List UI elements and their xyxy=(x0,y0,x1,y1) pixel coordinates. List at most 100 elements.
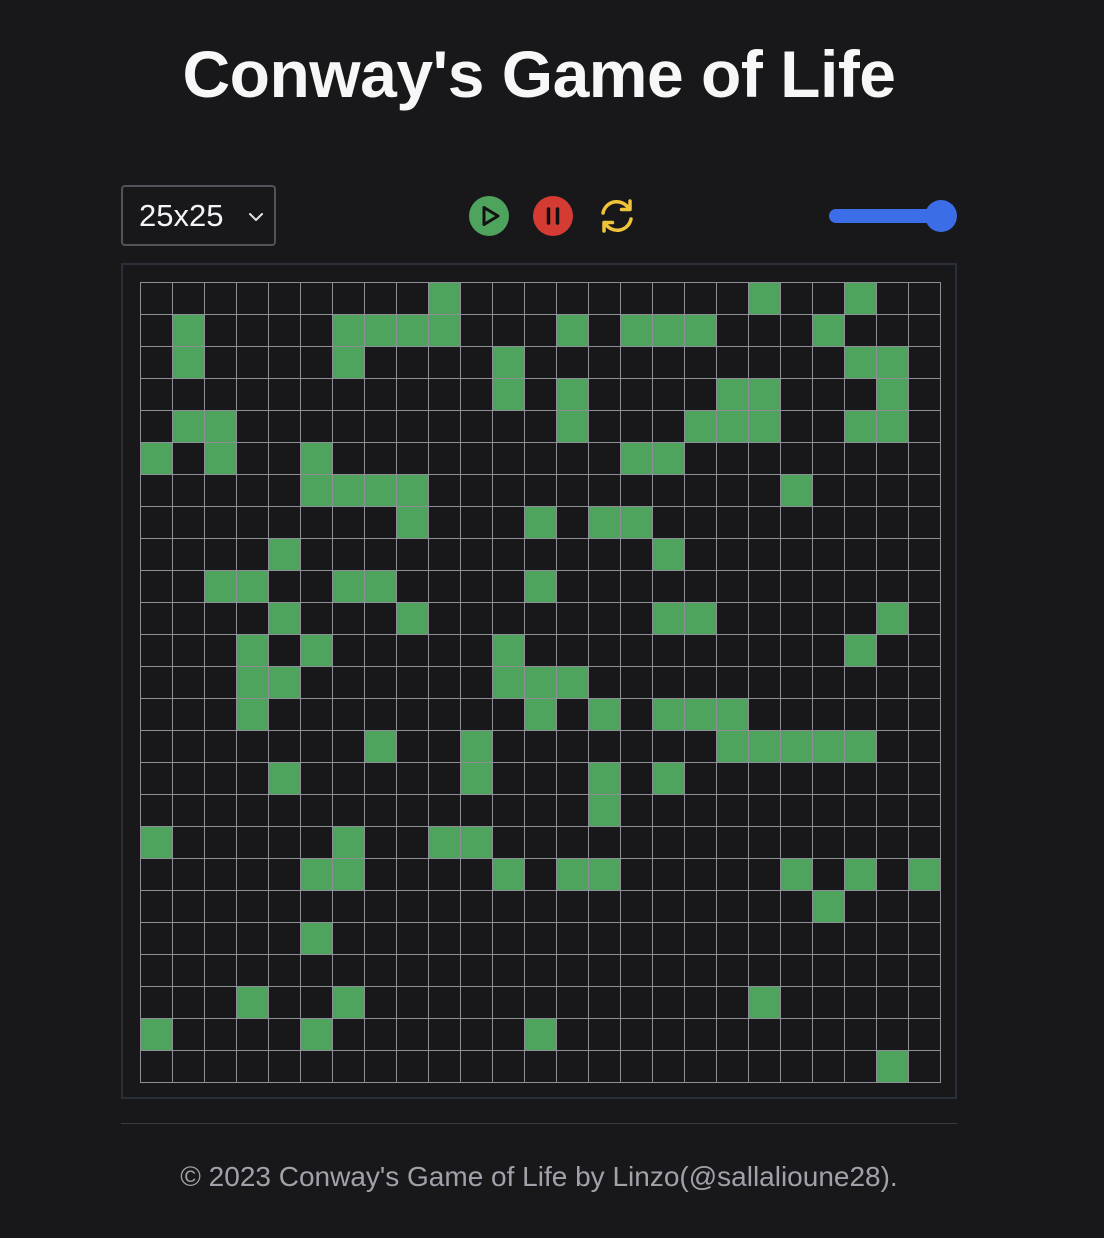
grid-cell[interactable] xyxy=(780,282,812,314)
grid-cell[interactable] xyxy=(844,986,876,1018)
grid-cell-alive[interactable] xyxy=(812,314,844,346)
grid-cell-alive[interactable] xyxy=(844,858,876,890)
grid-cell[interactable] xyxy=(588,410,620,442)
grid-cell[interactable] xyxy=(556,890,588,922)
grid-cell-alive[interactable] xyxy=(588,698,620,730)
grid-cell[interactable] xyxy=(620,282,652,314)
grid-cell[interactable] xyxy=(492,762,524,794)
grid-cell[interactable] xyxy=(364,346,396,378)
grid-cell[interactable] xyxy=(716,346,748,378)
grid-cell-alive[interactable] xyxy=(748,410,780,442)
grid-cell[interactable] xyxy=(268,698,300,730)
grid-cell[interactable] xyxy=(172,986,204,1018)
grid-cell[interactable] xyxy=(236,282,268,314)
grid-cell[interactable] xyxy=(140,634,172,666)
grid-cell[interactable] xyxy=(364,890,396,922)
grid-cell[interactable] xyxy=(844,314,876,346)
grid-cell[interactable] xyxy=(844,538,876,570)
grid-cell[interactable] xyxy=(204,1018,236,1050)
grid-cell[interactable] xyxy=(460,922,492,954)
grid-cell[interactable] xyxy=(332,1050,364,1082)
grid-cell[interactable] xyxy=(492,698,524,730)
grid-cell[interactable] xyxy=(268,378,300,410)
grid-cell[interactable] xyxy=(236,730,268,762)
grid-cell[interactable] xyxy=(300,826,332,858)
grid-cell[interactable] xyxy=(780,922,812,954)
grid-cell[interactable] xyxy=(748,538,780,570)
grid-cell[interactable] xyxy=(780,1050,812,1082)
grid-cell-alive[interactable] xyxy=(748,378,780,410)
grid-cell-alive[interactable] xyxy=(620,506,652,538)
grid-cell-alive[interactable] xyxy=(332,314,364,346)
grid-cell[interactable] xyxy=(652,570,684,602)
grid-cell-alive[interactable] xyxy=(364,730,396,762)
grid-cell[interactable] xyxy=(716,442,748,474)
grid-cell[interactable] xyxy=(556,538,588,570)
grid-cell[interactable] xyxy=(428,890,460,922)
grid-cell[interactable] xyxy=(812,602,844,634)
grid-cell[interactable] xyxy=(300,282,332,314)
grid-cell[interactable] xyxy=(140,410,172,442)
grid-cell[interactable] xyxy=(172,826,204,858)
grid-cell[interactable] xyxy=(396,1018,428,1050)
grid-cell[interactable] xyxy=(588,826,620,858)
grid-cell[interactable] xyxy=(172,506,204,538)
grid-cell-alive[interactable] xyxy=(780,858,812,890)
grid-cell[interactable] xyxy=(332,538,364,570)
grid-cell-alive[interactable] xyxy=(844,634,876,666)
grid-cell[interactable] xyxy=(300,538,332,570)
grid-cell[interactable] xyxy=(780,378,812,410)
grid-cell[interactable] xyxy=(844,922,876,954)
grid-cell[interactable] xyxy=(780,442,812,474)
grid-cell-alive[interactable] xyxy=(204,410,236,442)
grid-cell-alive[interactable] xyxy=(716,410,748,442)
speed-slider[interactable] xyxy=(829,199,957,233)
grid-cell[interactable] xyxy=(364,954,396,986)
grid-cell[interactable] xyxy=(300,506,332,538)
grid-cell[interactable] xyxy=(268,858,300,890)
grid-cell[interactable] xyxy=(652,858,684,890)
grid-cell[interactable] xyxy=(748,890,780,922)
grid-cell[interactable] xyxy=(876,826,908,858)
grid-cell[interactable] xyxy=(396,346,428,378)
grid-cell[interactable] xyxy=(396,538,428,570)
grid-cell[interactable] xyxy=(268,346,300,378)
grid-cell[interactable] xyxy=(524,346,556,378)
grid-cell[interactable] xyxy=(364,634,396,666)
grid-cell[interactable] xyxy=(236,858,268,890)
grid-cell-alive[interactable] xyxy=(268,602,300,634)
grid-cell[interactable] xyxy=(428,570,460,602)
grid-cell[interactable] xyxy=(172,794,204,826)
grid-cell[interactable] xyxy=(684,954,716,986)
grid-cell-alive[interactable] xyxy=(172,314,204,346)
grid-cell-alive[interactable] xyxy=(524,506,556,538)
grid-cell[interactable] xyxy=(876,762,908,794)
grid-cell[interactable] xyxy=(652,410,684,442)
grid-cell[interactable] xyxy=(748,698,780,730)
grid-cell[interactable] xyxy=(780,602,812,634)
grid-cell[interactable] xyxy=(140,538,172,570)
grid-cell[interactable] xyxy=(204,602,236,634)
grid-cell[interactable] xyxy=(396,410,428,442)
grid-cell[interactable] xyxy=(460,282,492,314)
grid-cell[interactable] xyxy=(652,922,684,954)
grid-cell[interactable] xyxy=(652,346,684,378)
grid-cell[interactable] xyxy=(140,570,172,602)
grid-cell[interactable] xyxy=(332,794,364,826)
grid-cell-alive[interactable] xyxy=(844,730,876,762)
grid-cell-alive[interactable] xyxy=(524,1018,556,1050)
grid-cell-alive[interactable] xyxy=(556,666,588,698)
grid-cell-alive[interactable] xyxy=(716,378,748,410)
grid-cell[interactable] xyxy=(300,314,332,346)
grid-cell[interactable] xyxy=(428,954,460,986)
grid-cell[interactable] xyxy=(908,986,940,1018)
grid-cell[interactable] xyxy=(428,538,460,570)
grid-cell[interactable] xyxy=(812,954,844,986)
grid-cell[interactable] xyxy=(204,282,236,314)
grid-cell[interactable] xyxy=(588,890,620,922)
grid-cell[interactable] xyxy=(300,410,332,442)
grid-cell[interactable] xyxy=(620,666,652,698)
grid-cell[interactable] xyxy=(300,1050,332,1082)
grid-cell[interactable] xyxy=(620,570,652,602)
speed-slider-thumb[interactable] xyxy=(925,200,957,232)
